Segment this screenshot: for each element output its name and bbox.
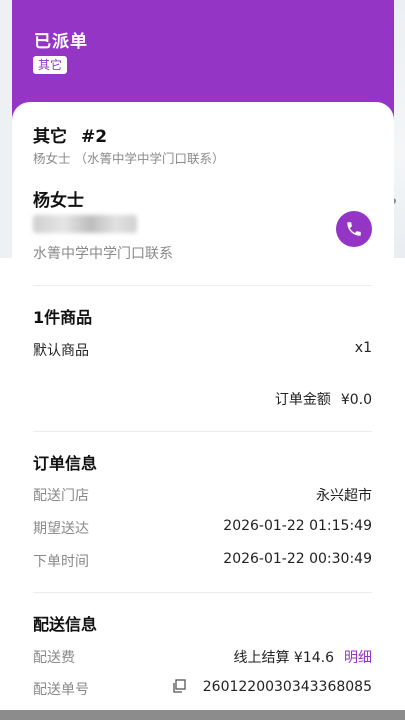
delivery-fee: 线上结算 ¥14.6 明细 [233,647,372,667]
goods-title: 1件商品 [33,308,93,327]
status-title: 已派单 [34,32,88,52]
call-customer-button[interactable] [336,211,372,247]
divider [33,431,372,432]
order-type-badge: 其它 [33,56,68,74]
bottom-bar [0,710,405,720]
goods-item-qty: x1 [354,340,372,356]
tracking-number-value: 2601220030343368085 [202,679,372,695]
order-number: #2 [81,127,108,147]
customer-phone-masked [33,215,137,233]
delivery-address: 水箐中学中学门口联系 [33,246,173,262]
goods-item-name: 默认商品 [33,343,89,359]
tracking-number-label: 配送单号 [33,682,89,698]
customer-subtitle: 杨女士 （水箐中学中学门口联系） [33,151,225,166]
expected-delivery-label: 期望送达 [33,521,89,537]
map-background-left [0,0,12,260]
order-time-label: 下单时间 [33,554,89,570]
store-value: 永兴超市 [316,488,372,504]
copy-icon[interactable] [172,679,186,693]
divider [33,285,372,286]
store-label: 配送门店 [33,488,89,504]
order-amount-value: ¥0.0 [340,392,372,408]
divider [33,592,372,593]
delivery-info-title: 配送信息 [33,615,98,634]
order-info-title: 订单信息 [33,454,98,473]
delivery-fee-value: 线上结算 ¥14.6 [233,650,334,666]
order-amount-label: 订单金额 [274,392,331,408]
order-time-value: 2026-01-22 00:30:49 [223,551,372,567]
fee-detail-link[interactable]: 明细 [344,650,372,666]
customer-name: 杨女士 [33,191,84,211]
order-type: 其它 [33,127,67,147]
order-heading: 其它 #2 [33,122,107,147]
order-amount: 订单金额 ¥0.0 [275,389,372,409]
delivery-fee-label: 配送费 [33,650,75,666]
phone-icon [347,222,361,236]
expected-delivery-value: 2026-01-22 01:15:49 [223,518,372,534]
